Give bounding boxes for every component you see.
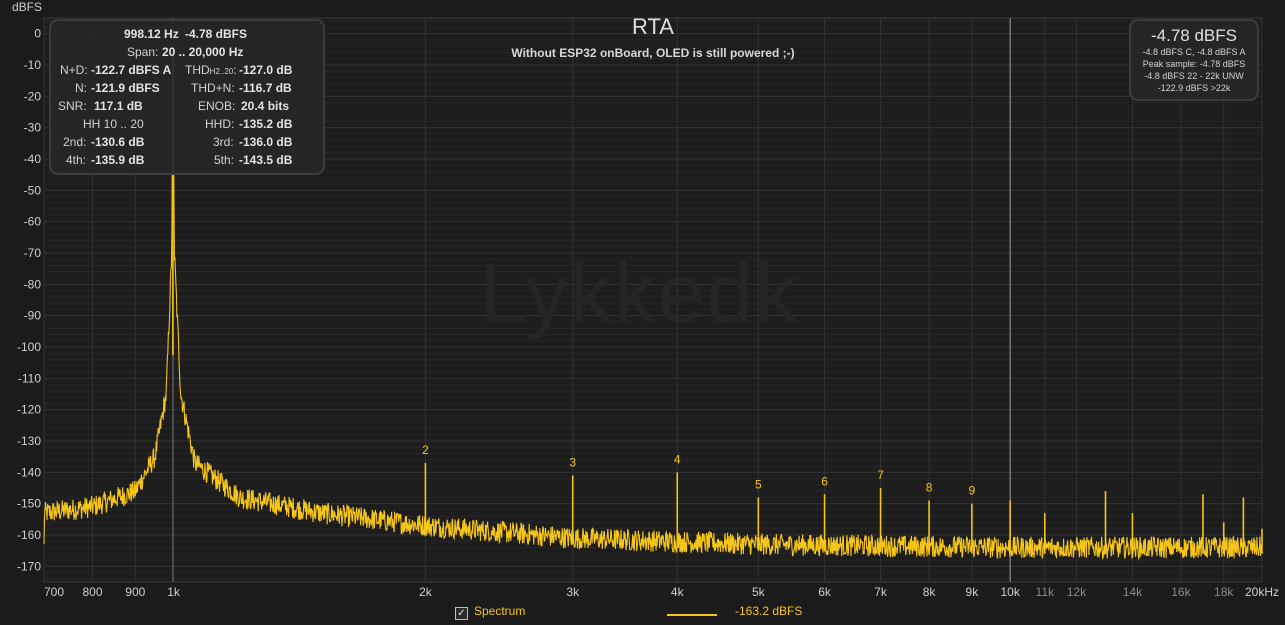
harmonic-label: 2 bbox=[422, 443, 429, 457]
thdn-value: -116.7 dB bbox=[239, 81, 292, 95]
x-tick-label: 10k bbox=[1000, 585, 1020, 599]
h3-label: 3rd: bbox=[213, 135, 234, 149]
peak-detail-line: Peak sample: -4.78 dBFS bbox=[1142, 59, 1246, 69]
harmonic-label: 4 bbox=[674, 452, 681, 466]
x-tick-label: 1k bbox=[167, 585, 181, 599]
x-tick-label: 20kHz bbox=[1245, 585, 1279, 599]
legend-spectrum-label[interactable]: Spectrum bbox=[474, 604, 525, 618]
noise-label: N: bbox=[75, 81, 87, 95]
y-tick-label: -120 bbox=[17, 403, 41, 417]
harmonic-label: 5 bbox=[755, 477, 762, 491]
y-tick-label: -60 bbox=[24, 215, 42, 229]
x-tick-label: 800 bbox=[82, 585, 102, 599]
nd-value: -122.7 dBFS A bbox=[91, 63, 172, 77]
legend-line-swatch bbox=[667, 614, 717, 616]
legend-cursor-value: -163.2 dBFS bbox=[735, 604, 803, 618]
x-tick-label: 12k bbox=[1067, 585, 1087, 599]
x-tick-label: 700 bbox=[44, 585, 64, 599]
y-tick-label: -150 bbox=[17, 497, 41, 511]
peak-level-value: -4.78 dBFS bbox=[1151, 26, 1237, 45]
h5-value: -143.5 dB bbox=[239, 153, 293, 167]
y-axis-unit-label: dBFS bbox=[12, 0, 43, 14]
x-tick-label: 9k bbox=[966, 585, 980, 599]
x-tick-labels: 700 800 900 1k 2k 3k 4k 5k 6k 7k 8k 9k 10k 11k 12k 14k 1… bbox=[44, 585, 1279, 599]
enob-value: 20.4 bits bbox=[241, 99, 290, 113]
x-tick-label: 14k bbox=[1123, 585, 1143, 599]
x-tick-label: 2k bbox=[419, 585, 433, 599]
y-tick-label: -100 bbox=[17, 340, 41, 354]
harmonic-label: 3 bbox=[569, 455, 576, 469]
fundamental-level: -4.78 dBFS bbox=[185, 27, 248, 41]
y-tick-label: -50 bbox=[24, 183, 42, 197]
h4-label: 4th: bbox=[66, 153, 87, 167]
enob-label: ENOB: bbox=[198, 99, 236, 113]
x-tick-label: 11k bbox=[1036, 585, 1055, 599]
x-tick-label: 16k bbox=[1171, 585, 1191, 599]
thd-label-colon: : bbox=[233, 63, 237, 77]
span-label: Span: bbox=[127, 45, 159, 59]
harmonic-label: 9 bbox=[969, 484, 976, 498]
y-tick-labels: 0-10-20-30-40-50-60-70-80-90-100-110-120… bbox=[17, 27, 41, 574]
x-tick-label: 8k bbox=[923, 585, 937, 599]
span-value: 20 .. 20,000 Hz bbox=[162, 45, 244, 59]
harmonic-label: 7 bbox=[877, 468, 884, 482]
spectrum-checkbox[interactable]: ✓ bbox=[455, 607, 468, 620]
hhd-value: -135.2 dB bbox=[239, 117, 293, 131]
y-tick-label: -30 bbox=[24, 121, 42, 135]
h5-label: 5th: bbox=[214, 153, 235, 167]
y-tick-label: -160 bbox=[17, 528, 41, 542]
snr-label: SNR: bbox=[58, 99, 87, 113]
h2-label: 2nd: bbox=[63, 135, 87, 149]
watermark: Lykkedk bbox=[480, 246, 800, 340]
harmonic-label: 6 bbox=[821, 474, 828, 488]
y-tick-label: -110 bbox=[18, 371, 41, 385]
peak-detail-line: -4.8 dBFS C, -4.8 dBFS A bbox=[1142, 47, 1246, 57]
y-tick-label: -130 bbox=[17, 434, 41, 448]
nd-label: N+D: bbox=[60, 63, 88, 77]
thd-label: THD bbox=[185, 63, 210, 77]
x-tick-label: 3k bbox=[566, 585, 580, 599]
h3-value: -136.0 dB bbox=[239, 135, 293, 149]
y-tick-label: -170 bbox=[17, 559, 41, 573]
snr-value: 117.1 dB bbox=[94, 99, 143, 113]
x-tick-label: 7k bbox=[874, 585, 888, 599]
fundamental-frequency: 998.12 Hz bbox=[124, 27, 179, 41]
y-tick-label: -20 bbox=[24, 89, 42, 103]
y-tick-label: -140 bbox=[17, 465, 41, 479]
peak-level-panel: -4.78 dBFS -4.8 dBFS C, -4.8 dBFS A Peak… bbox=[1129, 19, 1259, 101]
y-tick-label: -70 bbox=[24, 246, 42, 260]
peak-detail-line: -122.9 dBFS >22k bbox=[1157, 83, 1231, 93]
y-tick-label: -40 bbox=[24, 152, 42, 166]
thd-label-sub: H2..20 bbox=[209, 67, 234, 76]
h2-value: -130.6 dB bbox=[91, 135, 145, 149]
hh-label: HH 10 .. 20 bbox=[83, 117, 144, 131]
x-tick-label: 6k bbox=[818, 585, 832, 599]
stats-panel: 998.12 Hz -4.78 dBFS Span: 20 .. 20,000 … bbox=[49, 19, 325, 175]
thdn-label: THD+N: bbox=[191, 81, 235, 95]
y-tick-label: -90 bbox=[24, 309, 42, 323]
x-tick-label: 18k bbox=[1214, 585, 1234, 599]
harmonic-label: 8 bbox=[926, 481, 933, 495]
h4-value: -135.9 dB bbox=[91, 153, 145, 167]
x-tick-label: 5k bbox=[752, 585, 766, 599]
y-tick-label: -80 bbox=[24, 277, 42, 291]
thd-value: -127.0 dB bbox=[239, 63, 293, 77]
peak-detail-line: -4.8 dBFS 22 - 22k UNW bbox=[1144, 71, 1244, 81]
y-tick-label: -10 bbox=[24, 58, 42, 72]
hhd-label: HHD: bbox=[205, 117, 235, 131]
noise-value: -121.9 dBFS bbox=[91, 81, 160, 95]
x-tick-label: 900 bbox=[125, 585, 145, 599]
x-tick-label: 4k bbox=[671, 585, 685, 599]
